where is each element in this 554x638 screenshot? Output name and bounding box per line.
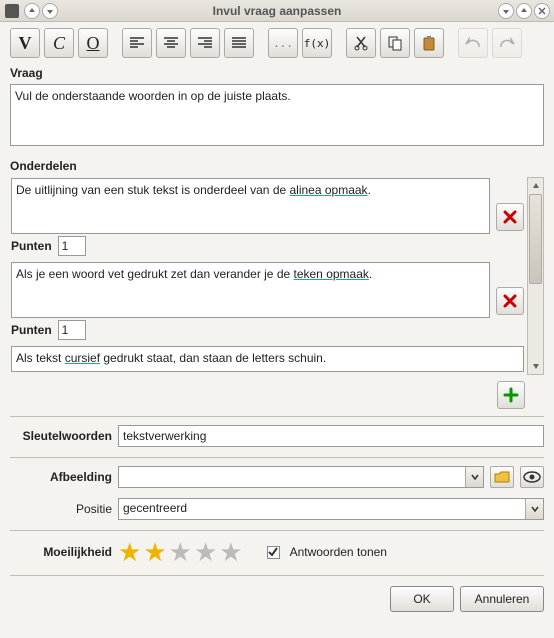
chevron-down-icon[interactable] [465, 467, 483, 487]
punten-label-2: Punten [11, 323, 52, 337]
cut-button[interactable] [346, 28, 376, 58]
browse-image-button[interactable] [490, 466, 514, 488]
positie-label: Positie [10, 502, 112, 516]
afbeelding-label: Afbeelding [10, 470, 112, 484]
onderdeel-textarea-2[interactable]: Als je een woord vet gedrukt zet dan ver… [11, 262, 490, 318]
punten-input-2[interactable] [58, 320, 86, 340]
star-5[interactable]: ★ [219, 539, 242, 565]
minimize-button[interactable] [498, 3, 514, 19]
onderdeel-textarea-3[interactable]: Als tekst cursief gedrukt staat, dan sta… [11, 346, 524, 372]
vraag-textarea[interactable]: Vul de onderstaande woorden in op de jui… [10, 84, 544, 146]
rollup-up-button[interactable] [24, 3, 40, 19]
undo-button[interactable] [458, 28, 488, 58]
star-2[interactable]: ★ [143, 539, 166, 565]
align-left-button[interactable] [122, 28, 152, 58]
antwoorden-tonen-checkbox[interactable] [267, 546, 280, 559]
punten-label-1: Punten [11, 239, 52, 253]
align-justify-button[interactable] [224, 28, 254, 58]
difficulty-stars[interactable]: ★ ★ ★ ★ ★ [118, 539, 243, 565]
onderdelen-scrollbar[interactable] [527, 177, 544, 375]
function-button[interactable]: f(x) [302, 28, 332, 58]
punten-input-1[interactable] [58, 236, 86, 256]
editor-toolbar: V C O ... f(x) [10, 28, 544, 58]
cancel-button[interactable]: Annuleren [460, 586, 544, 612]
copy-button[interactable] [380, 28, 410, 58]
rollup-down-button[interactable] [42, 3, 58, 19]
vraag-label: Vraag [10, 66, 544, 80]
chevron-down-icon[interactable] [525, 499, 543, 519]
italic-button[interactable]: C [44, 28, 74, 58]
afbeelding-combobox[interactable] [118, 466, 484, 488]
paste-button[interactable] [414, 28, 444, 58]
star-3[interactable]: ★ [169, 539, 192, 565]
sleutelwoorden-input[interactable] [118, 425, 544, 447]
underline-button[interactable]: O [78, 28, 108, 58]
delete-onderdeel-2-button[interactable] [496, 287, 524, 315]
add-onderdeel-button[interactable] [497, 381, 525, 409]
antwoorden-tonen-label: Antwoorden tonen [290, 545, 387, 559]
onderdelen-label: Onderdelen [10, 159, 544, 173]
ok-button[interactable]: OK [390, 586, 454, 612]
sleutelwoorden-label: Sleutelwoorden [10, 429, 112, 443]
scroll-up-button[interactable] [528, 178, 543, 194]
app-icon [4, 3, 20, 19]
star-4[interactable]: ★ [194, 539, 217, 565]
onderdeel-textarea-1[interactable]: De uitlijning van een stuk tekst is onde… [11, 178, 490, 234]
star-1[interactable]: ★ [118, 539, 141, 565]
more-button[interactable]: ... [268, 28, 298, 58]
maximize-button[interactable] [516, 3, 532, 19]
window-title: Invul vraag aanpassen [58, 4, 496, 18]
close-button[interactable] [534, 3, 550, 19]
scroll-down-button[interactable] [528, 358, 543, 374]
moeilijkheid-label: Moeilijkheid [10, 545, 112, 559]
window-titlebar: Invul vraag aanpassen [0, 0, 554, 22]
redo-button[interactable] [492, 28, 522, 58]
positie-combobox[interactable]: gecentreerd [118, 498, 544, 520]
scroll-thumb[interactable] [529, 194, 542, 284]
delete-onderdeel-1-button[interactable] [496, 203, 524, 231]
align-center-button[interactable] [156, 28, 186, 58]
bold-button[interactable]: V [10, 28, 40, 58]
align-right-button[interactable] [190, 28, 220, 58]
preview-image-button[interactable] [520, 466, 544, 488]
